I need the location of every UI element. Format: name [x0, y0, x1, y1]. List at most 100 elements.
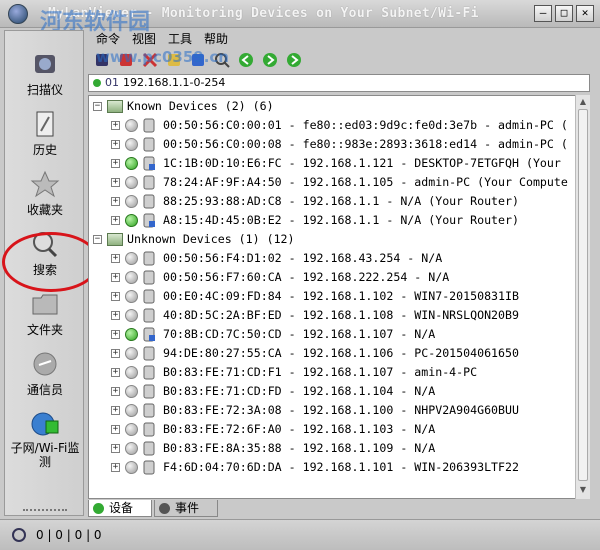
folder-open-icon[interactable] [164, 50, 184, 70]
history-icon [29, 109, 61, 139]
table-row[interactable]: + A8:15:4D:45:0B:E2 - 192.168.1.1 - N/A … [89, 211, 579, 230]
device-entry: 40:8D:5C:2A:BF:ED - 192.168.1.108 - WIN-… [163, 308, 519, 322]
vertical-scrollbar[interactable]: ▲ ▼ [575, 95, 590, 499]
status-gray-icon [125, 271, 138, 284]
window-title: MyLanViewer - Monitoring Devices on Your… [48, 6, 479, 21]
status-search-icon [12, 528, 26, 542]
menu-item-0[interactable]: 命令 [96, 30, 120, 48]
refresh-icon[interactable] [284, 50, 304, 70]
status-gray-icon [125, 404, 138, 417]
device-entry: B0:83:FE:72:3A:08 - 192.168.1.100 - NHPV… [163, 403, 519, 417]
scroll-thumb[interactable] [578, 109, 588, 481]
table-row[interactable]: + 70:8B:CD:7C:50:CD - 192.168.1.107 - N/… [89, 325, 579, 344]
expand-icon[interactable]: + [111, 178, 120, 187]
close-button[interactable]: ✕ [576, 5, 594, 22]
expand-icon[interactable]: + [111, 368, 120, 377]
device-entry: 00:E0:4C:09:FD:84 - 192.168.1.102 - WIN7… [163, 289, 519, 303]
device-icon [143, 403, 155, 418]
table-row[interactable]: + 00:E0:4C:09:FD:84 - 192.168.1.102 - WI… [89, 287, 579, 306]
table-row[interactable]: + 88:25:93:88:AD:C8 - 192.168.1.1 - N/A … [89, 192, 579, 211]
expand-icon[interactable]: + [111, 216, 120, 225]
scan-icon[interactable] [92, 50, 112, 70]
menu-bar: 命令 视图 工具 帮助 [86, 30, 596, 48]
scanner-icon [29, 49, 61, 79]
sidebar-item-folder[interactable]: 文件夹 [5, 289, 85, 345]
status-green-icon [125, 328, 138, 341]
device-entry: B0:83:FE:72:6F:A0 - 192.168.1.103 - N/A [163, 422, 436, 436]
menu-item-3[interactable]: 帮助 [204, 30, 228, 48]
table-row[interactable]: + 00:50:56:C0:00:08 - fe80::983e:2893:36… [89, 135, 579, 154]
messenger-icon [29, 349, 61, 379]
table-row[interactable]: + 00:50:56:C0:00:01 - fe80::ed03:9d9c:fe… [89, 116, 579, 135]
expand-icon[interactable]: + [111, 425, 120, 434]
maximize-button[interactable]: □ [555, 5, 573, 22]
table-row[interactable]: + F4:6D:04:70:6D:DA - 192.168.1.101 - WI… [89, 458, 579, 477]
table-row[interactable]: + 00:50:56:F4:D1:02 - 192.168.43.254 - N… [89, 249, 579, 268]
device-icon [143, 289, 155, 304]
expand-icon[interactable]: + [111, 463, 120, 472]
group-folder-icon [107, 100, 123, 113]
stop-icon[interactable] [116, 50, 136, 70]
favorites-star-icon [29, 169, 61, 199]
status-gray-icon [125, 119, 138, 132]
table-row[interactable]: + B0:83:FE:71:CD:FD - 192.168.1.104 - N/… [89, 382, 579, 401]
expand-icon[interactable]: + [111, 159, 120, 168]
device-icon [143, 346, 155, 361]
folder-icon [29, 289, 61, 319]
expand-icon[interactable]: + [111, 273, 120, 282]
status-gray-icon [125, 252, 138, 265]
sidebar-item-scanner[interactable]: 扫描仪 [5, 49, 85, 105]
back-icon[interactable] [236, 50, 256, 70]
forward-icon[interactable] [260, 50, 280, 70]
menu-item-2[interactable]: 工具 [168, 30, 192, 48]
tree-group-0[interactable]: − Known Devices (2) (6) [89, 97, 579, 116]
menu-item-1[interactable]: 视图 [132, 30, 156, 48]
expand-icon[interactable]: + [111, 292, 120, 301]
table-row[interactable]: + B0:83:FE:8A:35:88 - 192.168.1.109 - N/… [89, 439, 579, 458]
sidebar-item-history[interactable]: 历史 [5, 109, 85, 165]
scroll-up-icon[interactable]: ▲ [577, 96, 589, 108]
device-entry: 78:24:AF:9F:A4:50 - 192.168.1.105 - admi… [163, 175, 568, 189]
collapse-icon[interactable]: − [93, 102, 102, 111]
tab-1[interactable]: 事件 [154, 500, 219, 517]
table-row[interactable]: + 78:24:AF:9F:A4:50 - 192.168.1.105 - ad… [89, 173, 579, 192]
save-icon[interactable] [188, 50, 208, 70]
minimize-button[interactable]: — [534, 5, 552, 22]
sidebar-item-messenger[interactable]: 通信员 [5, 349, 85, 405]
device-entry: 1C:1B:0D:10:E6:FC - 192.168.1.121 - DESK… [163, 156, 561, 170]
tab-0[interactable]: 设备 [88, 500, 153, 517]
expand-icon[interactable]: + [111, 140, 120, 149]
table-row[interactable]: + 40:8D:5C:2A:BF:ED - 192.168.1.108 - WI… [89, 306, 579, 325]
sidebar-item-favorites-star[interactable]: 收藏夹 [5, 169, 85, 225]
scroll-down-icon[interactable]: ▼ [577, 484, 589, 496]
expand-icon[interactable]: + [111, 406, 120, 415]
expand-icon[interactable]: + [111, 254, 120, 263]
table-row[interactable]: + B0:83:FE:71:CD:F1 - 192.168.1.107 - am… [89, 363, 579, 382]
expand-icon[interactable]: + [111, 387, 120, 396]
table-row[interactable]: + 1C:1B:0D:10:E6:FC - 192.168.1.121 - DE… [89, 154, 579, 173]
find-icon[interactable] [212, 50, 232, 70]
expand-icon[interactable]: + [111, 330, 120, 339]
collapse-icon[interactable]: − [93, 235, 102, 244]
expand-icon[interactable]: + [111, 444, 120, 453]
group-label: Unknown Devices (1) (12) [127, 232, 295, 246]
table-row[interactable]: + 94:DE:80:27:55:CA - 192.168.1.106 - PC… [89, 344, 579, 363]
expand-icon[interactable]: + [111, 349, 120, 358]
status-green-icon [125, 157, 138, 170]
delete-icon[interactable] [140, 50, 160, 70]
device-icon [143, 460, 155, 475]
expand-icon[interactable]: + [111, 197, 120, 206]
sidebar-item-wifi-monitor[interactable]: 子网/Wi-Fi监测 [5, 409, 85, 469]
expand-icon[interactable]: + [111, 311, 120, 320]
device-icon [143, 308, 155, 323]
tree-group-1[interactable]: − Unknown Devices (1) (12) [89, 230, 579, 249]
table-row[interactable]: + B0:83:FE:72:6F:A0 - 192.168.1.103 - N/… [89, 420, 579, 439]
tab-label: 设备 [109, 501, 134, 515]
status-gray-icon [125, 176, 138, 189]
table-row[interactable]: + 00:50:56:F7:60:CA - 192.168.222.254 - … [89, 268, 579, 287]
status-gray-icon [125, 442, 138, 455]
table-row[interactable]: + B0:83:FE:72:3A:08 - 192.168.1.100 - NH… [89, 401, 579, 420]
expand-icon[interactable]: + [111, 121, 120, 130]
ip-range-field[interactable]: 01 192.168.1.1-0-254 [88, 74, 590, 92]
device-entry: F4:6D:04:70:6D:DA - 192.168.1.101 - WIN-… [163, 460, 519, 474]
